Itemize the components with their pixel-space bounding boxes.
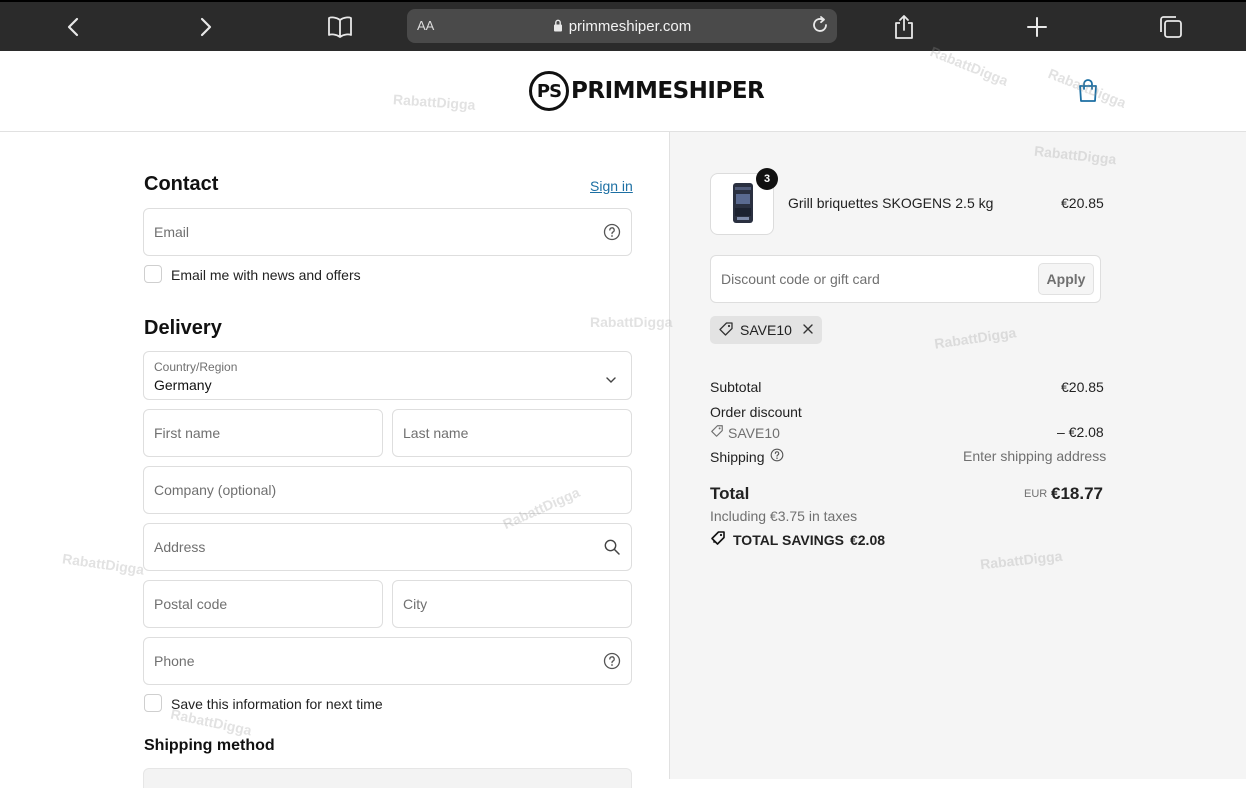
new-tab-icon[interactable] (1022, 12, 1052, 42)
country-value: Germany (154, 377, 212, 393)
site-header: PS PRIMMESHIPER (0, 51, 1246, 132)
address-field[interactable]: Address (143, 523, 632, 571)
first-name-field[interactable]: First name (143, 409, 383, 457)
savings-tag-icon (710, 530, 727, 549)
back-icon[interactable] (58, 12, 88, 42)
company-field[interactable]: Company (optional) (143, 466, 632, 514)
chevron-down-icon (605, 371, 617, 389)
remove-code-icon[interactable] (802, 322, 814, 338)
applied-code: SAVE10 (740, 322, 792, 338)
url-text: primmeshiper.com (568, 18, 692, 35)
browser-toolbar: AA primmeshiper.com (0, 0, 1246, 51)
total-savings-value: €2.08 (849, 531, 886, 548)
address-bar[interactable]: AA primmeshiper.com (407, 9, 837, 43)
applied-discount-chip: SAVE10 (710, 316, 822, 344)
lock-icon (553, 19, 563, 36)
total-value: €18.77 (1051, 484, 1103, 503)
order-discount-label: Order discount (710, 404, 802, 420)
tabs-overview-icon[interactable] (1156, 12, 1186, 42)
shipping-label-row: Shipping (710, 448, 784, 465)
search-icon (603, 538, 621, 556)
logo-mark: PS (529, 71, 569, 111)
country-label: Country/Region (154, 360, 238, 374)
product-name: Grill briquettes SKOGENS 2.5 kg (788, 195, 994, 211)
shopping-bag-icon[interactable] (1077, 79, 1099, 103)
total-savings-row: TOTAL SAVINGS €2.08 (710, 530, 885, 549)
save-info-checkbox[interactable] (144, 694, 162, 712)
country-select[interactable]: Country/Region Germany (143, 351, 632, 400)
product-price: €20.85 (1061, 195, 1104, 211)
taxes-note: Including €3.75 in taxes (710, 508, 858, 524)
tag-icon (710, 424, 724, 441)
apply-button[interactable]: Apply (1038, 263, 1094, 295)
store-logo[interactable]: PS PRIMMESHIPER (529, 70, 765, 112)
sign-in-link[interactable]: Sign in (590, 178, 633, 194)
email-placeholder: Email (154, 224, 190, 240)
help-icon[interactable] (770, 448, 784, 465)
last-name-field[interactable]: Last name (392, 409, 632, 457)
postal-code-field[interactable]: Postal code (143, 580, 383, 628)
delivery-heading: Delivery (144, 317, 222, 339)
shipping-value: Enter shipping address (963, 448, 1107, 464)
address-placeholder: Address (154, 539, 206, 555)
total-savings-label: TOTAL SAVINGS (733, 531, 844, 548)
city-field[interactable]: City (392, 580, 632, 628)
tag-icon (718, 321, 734, 340)
forward-icon[interactable] (191, 12, 221, 42)
contact-heading: Contact (144, 173, 219, 195)
phone-field[interactable]: Phone (143, 637, 632, 685)
discount-code-field[interactable]: Discount code or gift card Apply (710, 255, 1101, 303)
subtotal-value: €20.85 (1061, 379, 1104, 395)
email-field[interactable]: Email (143, 208, 632, 256)
company-placeholder: Company (optional) (154, 482, 277, 498)
reload-icon[interactable] (809, 14, 831, 41)
help-icon[interactable] (603, 223, 621, 241)
help-icon[interactable] (603, 652, 621, 670)
total-currency: EUR (1024, 488, 1048, 500)
news-offers-label: Email me with news and offers (171, 267, 361, 283)
phone-placeholder: Phone (154, 653, 195, 669)
quantity-badge: 3 (756, 168, 778, 190)
shipping-method-heading: Shipping method (144, 737, 275, 754)
subtotal-label: Subtotal (710, 379, 762, 395)
total-label: Total (710, 484, 750, 503)
share-icon[interactable] (889, 12, 919, 42)
shipping-method-box (143, 768, 632, 788)
discount-placeholder: Discount code or gift card (721, 271, 880, 287)
city-placeholder: City (403, 596, 428, 612)
save-info-label: Save this information for next time (171, 696, 383, 712)
order-discount-code: SAVE10 (728, 424, 780, 441)
order-discount-value: – €2.08 (1057, 424, 1104, 440)
shipping-label: Shipping (710, 448, 765, 465)
order-summary: 3 Grill briquettes SKOGENS 2.5 kg €20.85… (670, 132, 1246, 779)
checkout-form: Contact Sign in Email Email me with news… (0, 132, 670, 788)
postal-code-placeholder: Postal code (154, 596, 228, 612)
first-name-placeholder: First name (154, 425, 221, 441)
news-offers-checkbox[interactable] (144, 265, 162, 283)
bookmarks-icon[interactable] (325, 12, 355, 42)
order-discount-code-row: SAVE10 (710, 424, 780, 441)
last-name-placeholder: Last name (403, 425, 469, 441)
logo-text: PRIMMESHIPER (571, 78, 765, 104)
